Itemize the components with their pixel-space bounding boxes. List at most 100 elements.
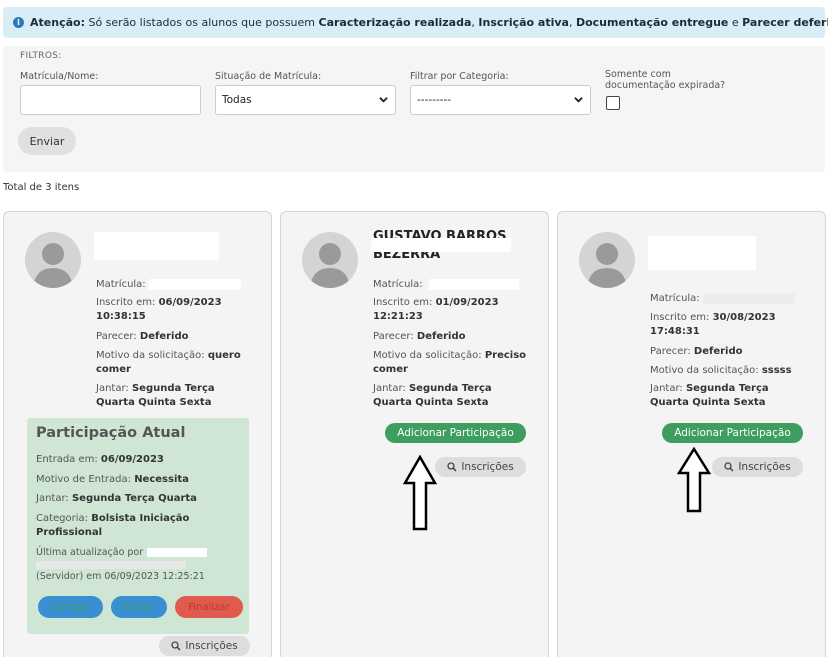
motivo-label: Motivo da solicitação: [96,350,205,361]
motivo-entrada-label: Motivo de Entrada: [36,474,131,485]
submit-button[interactable]: Enviar [18,127,76,155]
alert-condition-3: Documentação entregue [575,16,729,29]
jantar-label: Jantar: [96,383,129,394]
finalizar-button[interactable]: Finalizar [175,596,243,618]
motivo-field: Motivo da solicitação: sssss [650,364,820,378]
avatar [25,232,81,288]
motivo-label: Motivo da solicitação: [373,350,482,361]
student-card-1: Matrícula: Inscrito em: 06/09/2023 10:38… [3,211,272,657]
redacted-matricula [149,279,241,290]
inscricoes-button[interactable]: Inscrições [159,636,250,656]
participacao-atual-panel: Participação Atual Entrada em: 06/09/202… [27,418,249,634]
jantar-label: Jantar: [373,383,406,394]
matricula-label: Matrícula/Nome: [20,71,99,82]
corrigir-button[interactable]: Corrigir [38,596,103,618]
inscrito-field: Inscrito em: 30/08/2023 17:48:31 [650,311,820,339]
entrada-label: Entrada em: [36,454,98,465]
jantar-days-cont: Quarta Quinta Sexta [650,397,766,408]
inscrito-date: 30/08/2023 [712,312,776,323]
alert-prefix: Atenção: [30,16,85,29]
adicionar-participacao-button[interactable]: Adicionar Participação [662,423,803,443]
categoria-field-label: Categoria: [36,513,89,524]
inscrito-label: Inscrito em: [373,297,433,308]
inscrito-time: 10:38:15 [96,311,146,322]
inscrito-date: 01/09/2023 [435,297,499,308]
redacted-updater [147,548,207,557]
adicionar-participacao-button[interactable]: Adicionar Participação [385,423,526,443]
jantar-days: Segunda Terça [685,383,769,394]
categoria-label: Filtrar por Categoria: [410,71,509,82]
expirada-label-line-1: Somente com [605,69,671,80]
alert-separator: , [568,16,576,29]
situacao-selected-value: Todas [222,94,252,106]
search-icon [724,462,734,472]
info-alert: i Atenção: Só serão listados os alunos q… [3,7,828,38]
inscrito-field: Inscrito em: 06/09/2023 10:38:15 [96,296,266,324]
redacted-name [648,236,756,270]
alert-separator: , [471,16,479,29]
parecer-field: Parecer: Deferido [373,330,466,344]
redacted-updater-line [36,561,186,569]
categoria-select[interactable]: --------- [410,85,591,115]
categoria-value-cont: Profissional [36,527,103,538]
person-silhouette-icon [33,243,73,288]
inscricoes-label: Inscrições [185,640,238,652]
parecer-value: Deferido [693,346,743,357]
entrada-value: 06/09/2023 [100,454,164,465]
expirada-checkbox[interactable] [606,96,620,110]
expirada-label: Somente com documentação expirada? [605,69,725,91]
inscrito-date: 06/09/2023 [158,297,222,308]
inscrito-time: 12:21:23 [373,311,423,322]
inscrito-label: Inscrito em: [96,297,156,308]
chevron-down-icon [574,97,583,103]
alert-condition-1: Caracterização realizada [318,16,472,29]
parecer-field: Parecer: Deferido [96,330,189,344]
motivo-field: Motivo da solicitação: Preciso comer [373,349,543,377]
search-icon [447,462,457,472]
matricula-field: Matrícula: [373,278,423,292]
parecer-label: Parecer: [96,331,137,342]
filters-panel: FILTROS: Matrícula/Nome: Situação de Mat… [3,46,825,172]
matricula-label: Matrícula: [650,293,700,304]
motivo-value: Preciso [484,350,527,361]
matricula-input[interactable] [20,85,201,115]
entrada-field: Entrada em: 06/09/2023 [36,453,164,467]
filters-title: FILTROS: [20,51,62,61]
alert-text: Só serão listados os alunos que possuem [84,16,319,29]
parecer-label: Parecer: [650,346,691,357]
redacted-name [371,238,511,252]
motivo-value: sssss [761,365,792,376]
parecer-field: Parecer: Deferido [650,345,743,359]
motivo-value-cont: comer [96,364,131,375]
inscricoes-button[interactable]: Inscrições [435,457,526,477]
situacao-select[interactable]: Todas [215,85,396,115]
jantar-participacao-label: Jantar: [36,493,69,504]
parecer-value: Deferido [139,331,189,342]
expirada-label-line-2: documentação expirada? [605,80,726,91]
motivo-value: quero [207,350,241,361]
redacted-matricula [429,279,519,290]
student-card-3: ALMEIDA Matrícula: Inscrito em: 30/08/20… [557,211,826,657]
jantar-days: Segunda Terça [131,383,215,394]
person-silhouette-icon [310,243,350,288]
parecer-label: Parecer: [373,331,414,342]
person-silhouette-icon [587,243,627,288]
jantar-label: Jantar: [650,383,683,394]
total-count: Total de 3 itens [3,182,80,193]
inscrito-time: 17:48:31 [650,326,700,337]
jantar-field: Jantar: Segunda Terça Quarta Quinta Sext… [96,382,266,410]
jantar-field: Jantar: Segunda Terça Quarta Quinta Sext… [373,382,543,410]
redacted-name [94,232,219,260]
info-icon: i [13,17,24,28]
situacao-label: Situação de Matrícula: [215,71,322,82]
search-icon [171,641,181,651]
editar-button[interactable]: Editar [111,596,167,618]
redacted-matricula [703,293,795,304]
motivo-entrada-value: Necessita [134,474,189,485]
inscricoes-button[interactable]: Inscrições [712,457,803,477]
inscrito-label: Inscrito em: [650,312,710,323]
motivo-value-cont: comer [373,364,408,375]
jantar-days-cont: Quarta Quinta Sexta [373,397,489,408]
arrow-up-icon [677,447,711,513]
alert-separator: e [728,16,743,29]
